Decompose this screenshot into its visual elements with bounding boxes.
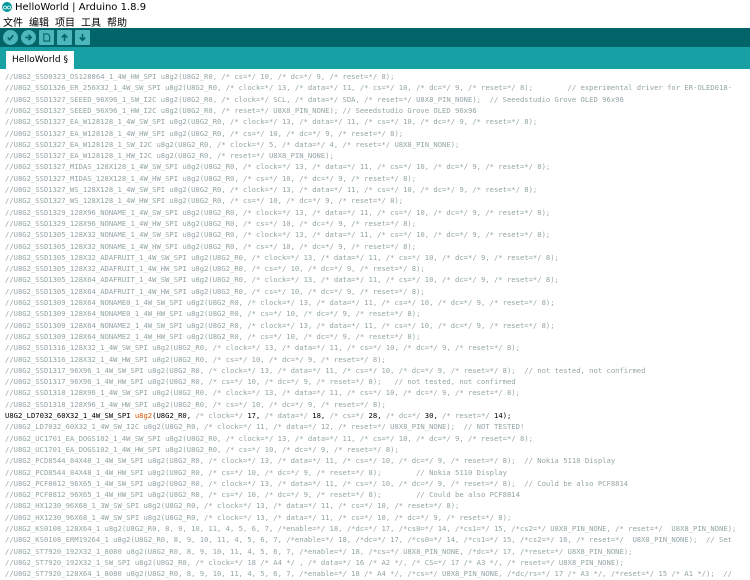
code-line: //U8G2_PCD8544_84X48_1_4W_SW_SPI u8g2(U8…: [5, 456, 616, 466]
code-line: //U8G2_ST7920_192X32_1_8080 u8g2(U8G2_R0…: [5, 546, 633, 556]
code-line: //U8G2_SSD1317_96X96_1_4W_HW_SPI u8g2(U8…: [5, 377, 516, 387]
menu-help[interactable]: 帮助: [104, 14, 130, 29]
code-line: //U8G2_ST7920_128X64_1_8080 u8g2(U8G2_R0…: [5, 569, 732, 579]
code-line: //U8G2_SSD1327_SEEED_96X96_1_SW_I2C u8g2…: [5, 94, 624, 104]
menu-sketch[interactable]: 项目: [52, 14, 78, 29]
code-line: //U8G2_SSD1326_ER_256X32_1_4W_SW_SPI u8g…: [5, 83, 732, 93]
code-line: //U8G2_HX1230_96X68_1_3W_SW_SPI u8g2(U8G…: [5, 501, 460, 511]
code-editor[interactable]: //U8G2_SSD0323_OS128064_1_4W_HW_SPI u8g2…: [0, 69, 750, 580]
code-line: //U8G2_SSD1327_EA_W128128_1_4W_SW_SPI u8…: [5, 117, 538, 127]
window-titlebar: HelloWorld | Arduino 1.8.9: [0, 0, 750, 14]
code-line: //U8G2_SSD1305_128X64_ADAFRUIT_1_4W_HW_S…: [5, 286, 425, 296]
code-line: //U8G2_SSD1327_EA_W128128_1_HW_I2C u8g2(…: [5, 151, 334, 161]
code-line: //U8G2_SSD1327_EA_W128128_1_4W_HW_SPI u8…: [5, 128, 404, 138]
window-title: HelloWorld | Arduino 1.8.9: [15, 1, 147, 13]
code-line: //U8G2_SSD0323_OS128064_1_4W_HW_SPI u8g2…: [5, 72, 395, 81]
code-line: //U8G2_SSD1309_128X64_NONAME2_1_4W_HW_SP…: [5, 331, 421, 341]
code-line: //U8G2_SSD1309_128X64_NONAME0_1_4W_SW_SP…: [5, 298, 555, 307]
code-token: /* clock=*/: [195, 411, 244, 420]
new-button[interactable]: [39, 30, 54, 45]
code-line: //U8G2_SSD1327_WS_128X128_1_4W_SW_SPI u8…: [5, 185, 538, 194]
code-token: /* reset=*/: [442, 411, 490, 420]
code-line: //U8G2_SSD1316_128X32_1_4W_SW_SPI u8g2(U…: [5, 343, 520, 353]
code-line: //U8G2_SSD1327_MIDAS_128X128_1_4W_SW_SPI…: [5, 162, 551, 172]
code-token: /* data=*/: [264, 411, 308, 420]
code-line: //U8G2_SSD1305_128X32_NONAME_1_4W_SW_SPI…: [5, 230, 551, 240]
code-token: 30,: [420, 411, 443, 420]
tab-bar: HelloWorld §: [0, 47, 750, 69]
arrow-right-icon: [25, 34, 33, 41]
new-file-icon: [43, 33, 51, 42]
toolbar: [0, 28, 750, 47]
code-line: //U8G2_KS0108_ERM19264_1 u8g2(U8G2_R0, 8…: [5, 535, 732, 545]
menu-file[interactable]: 文件: [0, 14, 26, 29]
code-token: u8g2: [134, 411, 153, 420]
code-token: (U8G2_R0,: [152, 411, 196, 420]
code-line: //U8G2_SSD1309_128X64_NONAME0_1_4W_HW_SP…: [5, 309, 421, 319]
code-line: //U8G2_SSD1317_96X96_1_4W_SW_SPI u8g2(U8…: [5, 365, 646, 375]
checkmark-icon: [7, 34, 14, 42]
code-token: /* cs=*/: [329, 411, 365, 420]
menubar: 文件 编辑 项目 工具 帮助: [0, 14, 750, 29]
arrow-up-icon: [61, 33, 68, 42]
menu-edit[interactable]: 编辑: [26, 14, 52, 29]
menu-tools[interactable]: 工具: [78, 14, 104, 29]
code-line: //U8G2_SSD1327_MIDAS_128X128_1_4W_HW_SPI…: [5, 173, 417, 183]
code-line: //U8G2_UC1701_EA_DOGS102_1_4W_SW_SPI u8g…: [5, 433, 533, 443]
code-token: 17,: [243, 411, 265, 420]
code-line: //U8G2_SSD1305_128X32_ADAFRUIT_1_4W_SW_S…: [5, 252, 559, 262]
code-line: //U8G2_PCD8544_84X48_1_4W_HW_SPI u8g2(U8…: [5, 467, 507, 477]
code-line: //U8G2_KS0108_128X64_1 u8g2(U8G2_R0, 8, …: [5, 524, 737, 533]
arduino-logo-icon: [2, 2, 12, 12]
code-line: //U8G2_SSD1327_EA_W128128_1_SW_I2C u8g2(…: [5, 139, 460, 149]
code-line: //U8G2_SSD1329_128X96_NONAME_1_4W_HW_SPI…: [5, 218, 417, 228]
arrow-down-icon: [79, 33, 86, 42]
open-button[interactable]: [57, 30, 72, 45]
code-line: //U8G2_SSD1327_WS_128X128_1_4W_HW_SPI u8…: [5, 196, 404, 206]
save-button[interactable]: [75, 30, 90, 45]
code-line: //U8G2_LD7032_60X32_1_4W_SW_I2C u8g2(U8G…: [5, 422, 525, 432]
code-line: //U8G2_SSD1318_128X96_1_4W_SW_SPI u8g2(U…: [5, 388, 520, 398]
code-line: //U8G2_UC1701_EA_DOGS102_1_4W_HW_SPI u8g…: [5, 444, 399, 454]
code-line: //U8G2_HX1230_96X68_1_4W_SW_SPI u8g2(U8G…: [5, 512, 512, 522]
upload-button[interactable]: [21, 30, 36, 45]
code-line: //U8G2_SSD1316_128X32_1_4W_HW_SPI u8g2(U…: [5, 354, 386, 364]
code-token: /* dc=*/: [385, 411, 421, 420]
code-token: 28,: [364, 411, 386, 420]
code-line: //U8G2_PCF8812_96X65_1_4W_HW_SPI u8g2(U8…: [5, 490, 520, 500]
code-line: //U8G2_SSD1305_128X32_NONAME_1_4W_HW_SPI…: [5, 241, 417, 251]
code-line: //U8G2_SSD1305_128X32_ADAFRUIT_1_4W_HW_S…: [5, 264, 425, 274]
code-line: //U8G2_SSD1327_SEEED_96X96_1_HW_I2C u8g2…: [5, 105, 477, 115]
code-token: 14);: [489, 411, 512, 420]
code-token: 18,: [307, 411, 330, 420]
code-line: //U8G2_SSD1309_128X64_NONAME2_1_4W_SW_SP…: [5, 320, 555, 330]
code-line-active: U8G2_LD7032_60X32_1_4W_SW_SPI u8g2(U8G2_…: [5, 410, 511, 421]
code-line: //U8G2_SSD1305_128X64_ADAFRUIT_1_4W_SW_S…: [5, 275, 559, 285]
code-line: //U8G2_SSD1318_128X96_1_4W_HW_SPI u8g2(U…: [5, 399, 386, 409]
code-line: //U8G2_SSD1329_128X96_NONAME_1_4W_SW_SPI…: [5, 207, 551, 217]
code-line: //U8G2_ST7920_192X32_1_SW_SPI u8g2(U8G2_…: [5, 557, 624, 567]
code-token: U8G2_LD7032_60X32_1_4W_SW_SPI: [5, 411, 135, 420]
verify-button[interactable]: [3, 30, 18, 45]
code-line: //U8G2_PCF8812_96X65_1_4W_SW_SPI u8g2(U8…: [5, 478, 629, 488]
tab-helloworld[interactable]: HelloWorld §: [6, 51, 74, 69]
